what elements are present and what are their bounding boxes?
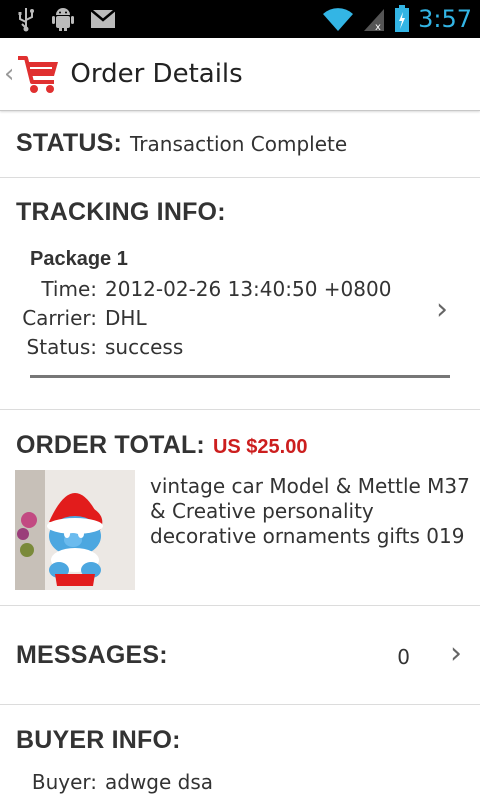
clock: 3:57	[418, 5, 472, 33]
page-title: Order Details	[70, 59, 243, 89]
order-total-heading: ORDER TOTAL:	[16, 431, 205, 459]
usb-icon	[18, 8, 34, 32]
signal-icon: x	[364, 9, 385, 32]
order-total-amount: US $25.00	[212, 436, 308, 458]
tracking-row-carrier: Carrier: DHL	[22, 306, 147, 330]
tracking-row-status: Status: success	[26, 335, 184, 359]
chevron-right-icon[interactable]: ›	[436, 292, 448, 327]
messages-section[interactable]: MESSAGES: 0 ›	[0, 606, 480, 705]
shopping-cart-icon[interactable]	[16, 52, 60, 96]
order-total-section: ORDER TOTAL: US $25.00 vintage car Model…	[0, 410, 480, 606]
status-bar: x 3:57	[0, 0, 480, 38]
package-title: Package 1	[30, 248, 128, 270]
buyer-heading: BUYER INFO:	[16, 726, 181, 754]
tracking-heading: TRACKING INFO:	[16, 198, 226, 226]
back-chevron-icon[interactable]: ‹	[4, 59, 14, 89]
gmail-icon	[90, 9, 116, 28]
tracking-divider	[30, 375, 450, 378]
messages-heading: MESSAGES:	[16, 641, 168, 669]
tracking-row-time: Time: 2012-02-26 13:40:50 +0800	[41, 277, 392, 301]
battery-icon	[395, 5, 410, 32]
wifi-icon	[323, 8, 354, 32]
svg-text:x: x	[375, 22, 381, 32]
status-heading: STATUS:	[16, 129, 123, 157]
status-value: Transaction Complete	[130, 132, 348, 156]
android-debug-icon	[52, 8, 74, 31]
buyer-row: Buyer: adwge dsa	[31, 770, 214, 794]
tracking-section[interactable]: TRACKING INFO: Package 1 Time: 2012-02-2…	[0, 178, 480, 410]
status-section: STATUS: Transaction Complete	[0, 111, 480, 178]
product-image[interactable]	[15, 470, 135, 590]
buyer-section: BUYER INFO: Buyer: adwge dsa	[0, 705, 480, 800]
product-title[interactable]: vintage car Model & Mettle M37 & Creativ…	[150, 474, 472, 549]
chevron-right-icon[interactable]: ›	[450, 636, 462, 671]
messages-count: 0	[397, 645, 410, 669]
action-bar: ‹ Order Details	[0, 38, 480, 111]
